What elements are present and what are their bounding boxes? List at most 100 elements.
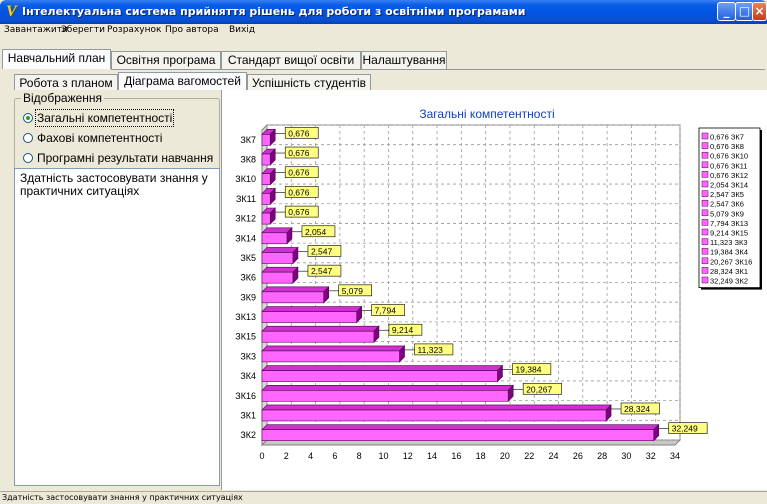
x-tick-label: 26 [573,451,583,461]
legend-item: 20,267 ЗК16 [710,257,752,266]
legend-item: 9,214 ЗК15 [710,229,748,238]
y-tick-label: ЗК15 [235,332,256,342]
legend-swatch [701,171,709,178]
bar [261,291,324,304]
logo-icon: V [6,3,17,20]
bar-top [261,404,612,411]
weight-chart[interactable]: Загальні компетентності ЗК7 0,676 ЗК8 0,676… [221,90,767,490]
x-tick-label: 12 [403,451,413,461]
menu-item-about[interactable]: Про автора [165,25,219,35]
bar [261,350,400,363]
data-label: 9,214 [392,325,414,335]
radio-circle[interactable] [23,153,33,163]
app-window: V Інтелектуальна система прийняття рішен… [0,0,767,504]
data-label: 0,676 [288,207,310,217]
data-label: 2,547 [311,266,333,276]
x-tick-label: 10 [378,451,388,461]
chart-title: Загальні компетентності [419,107,554,121]
bar-top [261,424,660,430]
legend-swatch [701,142,709,149]
menu-item-load[interactable]: Завантажити [4,25,68,35]
tab-higher-education-standard[interactable]: Стандарт вищої освіти [221,51,361,69]
legend-item: 5,079 ЗК9 [710,209,744,218]
legend-swatch [701,276,709,284]
competency-description-memo[interactable]: Здатність застосовувати знання у практич… [14,168,220,486]
bar-top [261,365,504,371]
x-tick-label: 4 [308,451,313,461]
y-tick-label: ЗК5 [240,253,256,263]
y-tick-label: ЗК3 [240,351,256,361]
y-tick-label: ЗК7 [240,135,256,145]
data-label: 0,676 [288,128,310,138]
bar-top [261,266,299,273]
x-tick-label: 30 [621,451,631,461]
menu-bar: Завантажити Зберегти Розрахунок Про авто… [0,24,767,38]
y-tick-label: ЗК1 [240,410,256,420]
bar [261,409,607,422]
data-label: 20,267 [526,384,552,394]
y-tick-label: ЗК4 [240,371,256,381]
legend-swatch [701,257,709,265]
radio-label-learning-outcomes[interactable]: Програмні результати навчання [36,150,214,166]
bar-top [261,384,514,391]
x-tick-label: 32 [646,451,656,461]
bar [261,134,271,146]
tab-settings[interactable]: Налаштування [361,51,447,69]
minimize-button[interactable]: _ [717,2,736,21]
menu-item-exit[interactable]: Вихід [229,25,255,35]
x-tick-label: 18 [476,451,486,461]
x-tick-label: 2 [284,451,289,461]
radio-circle[interactable] [23,133,33,143]
radio-label-general[interactable]: Загальні компетентності [34,109,175,127]
menu-item-save[interactable]: Зберегти [61,25,105,35]
legend-swatch [701,180,709,188]
data-label: 7,794 [375,306,397,316]
legend-swatch [701,238,709,245]
y-tick-label: ЗК12 [235,214,256,224]
bar [261,193,271,205]
x-tick-label: 14 [427,451,437,461]
bar [261,311,357,323]
bar-top [261,286,330,293]
bar-top [261,247,299,253]
bar [261,232,288,245]
legend-swatch [701,151,709,159]
bar [261,173,271,186]
diagram-panel: Відображення Загальні компетентності Фах… [14,90,767,490]
data-label: 28,324 [624,404,650,414]
bar [261,212,271,225]
main-tab-divider [111,69,765,70]
display-group-title: Відображення [21,91,105,105]
legend-item: 0,676 ЗК7 [710,133,744,142]
x-tick-label: 6 [332,451,337,461]
legend-swatch [701,209,709,217]
legend-item: 32,249 ЗК2 [710,277,748,286]
x-tick-label: 28 [597,451,607,461]
legend-swatch [701,199,709,207]
y-tick-label: ЗК6 [240,273,256,283]
y-tick-label: ЗК9 [240,292,256,302]
menu-item-calculate[interactable]: Розрахунок [107,25,161,35]
radio-label-professional[interactable]: Фахові компетентності [36,130,163,146]
y-tick-label: ЗК11 [236,194,256,204]
x-tick-label: 16 [451,451,461,461]
legend-item: 0,676 ЗК12 [710,171,748,180]
bar [261,330,375,343]
bar [261,153,271,166]
title-bar[interactable]: V Інтелектуальна система прийняття рішен… [0,0,767,24]
x-tick-label: 22 [524,451,534,461]
y-tick-label: ЗК13 [235,312,256,322]
radio-circle[interactable] [23,113,33,123]
data-label: 0,676 [288,187,310,197]
x-tick-label: 24 [549,451,559,461]
legend-item: 7,794 ЗК13 [710,219,748,228]
legend-item: 0,676 ЗК10 [710,152,748,161]
close-button[interactable]: × [752,2,767,21]
tab-curriculum[interactable]: Навчальний план [2,49,111,69]
legend-swatch [701,247,709,255]
data-label: 2,547 [311,246,333,256]
tab-educational-program[interactable]: Освітня програма [111,51,221,69]
legend-item: 2,054 ЗК14 [710,181,748,190]
x-tick-label: 34 [670,451,680,461]
tab-weight-diagram[interactable]: Діаграма вагомостей [118,72,247,92]
